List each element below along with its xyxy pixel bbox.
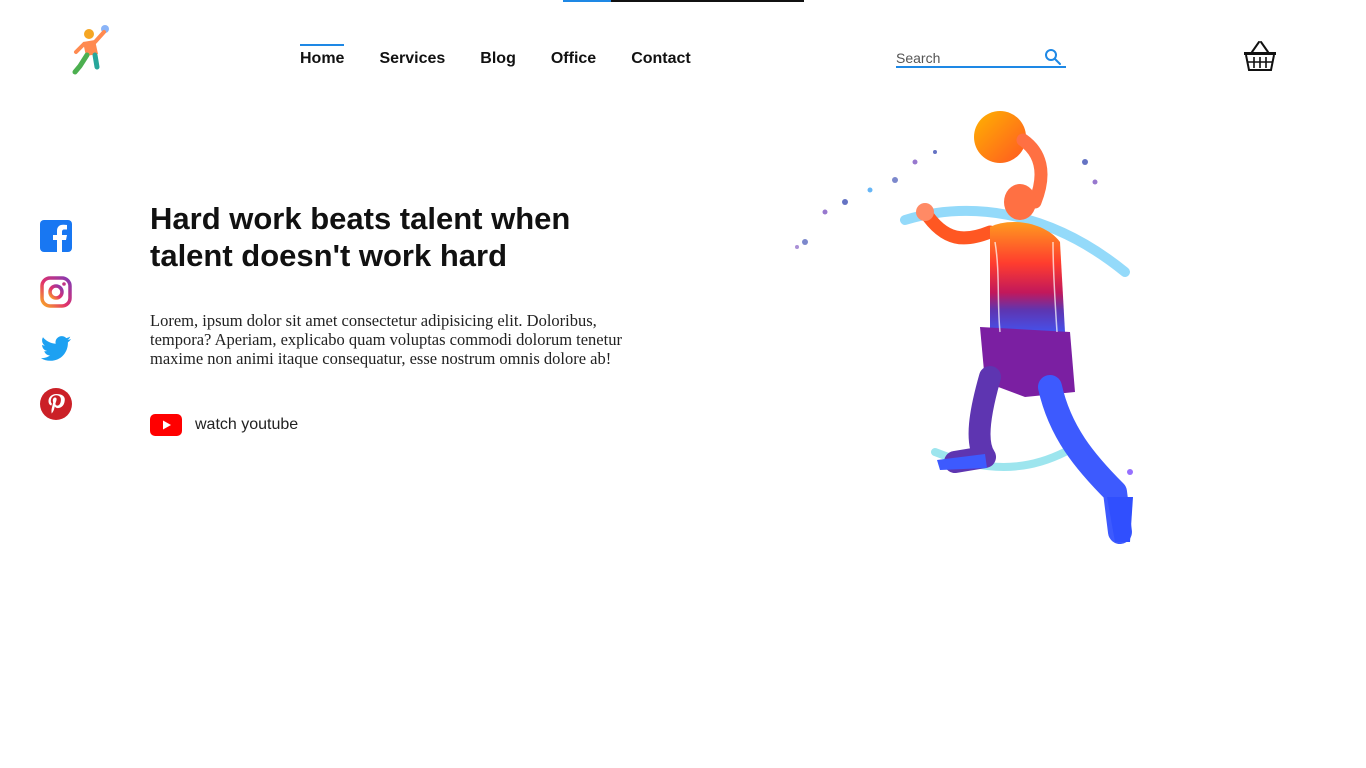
search-box: [896, 46, 1066, 68]
nav-item-services[interactable]: Services: [379, 44, 445, 68]
pinterest-link[interactable]: [40, 388, 72, 420]
basket-icon[interactable]: [1242, 40, 1278, 72]
instagram-link[interactable]: [40, 276, 72, 308]
watch-youtube-button[interactable]: watch youtube: [150, 413, 298, 437]
youtube-icon: [150, 414, 182, 436]
watercolor-basketball-player-illustration: [795, 111, 1133, 544]
facebook-link[interactable]: [40, 220, 72, 252]
twitter-icon: [40, 336, 71, 361]
page-loading-progress: [563, 0, 804, 2]
facebook-icon: [40, 220, 72, 252]
instagram-icon: [40, 276, 72, 308]
search-input[interactable]: [896, 46, 1036, 66]
twitter-link[interactable]: [40, 332, 72, 364]
nav-item-home[interactable]: Home: [300, 44, 345, 68]
hero-description: Lorem, ipsum dolor sit amet consectetur …: [150, 311, 622, 368]
hero-title: Hard work beats talent when talent doesn…: [150, 201, 571, 273]
watch-youtube-label: watch youtube: [195, 416, 299, 433]
basketball-player-logo[interactable]: [66, 22, 114, 76]
nav-item-office[interactable]: Office: [551, 44, 596, 68]
nav-item-blog[interactable]: Blog: [480, 44, 516, 68]
social-links: [40, 220, 72, 420]
main-nav: Home Services Blog Office Contact: [300, 44, 691, 68]
progress-fill: [563, 0, 612, 2]
nav-item-contact[interactable]: Contact: [631, 44, 691, 68]
pinterest-icon: [40, 388, 72, 420]
search-icon[interactable]: [1044, 48, 1062, 66]
